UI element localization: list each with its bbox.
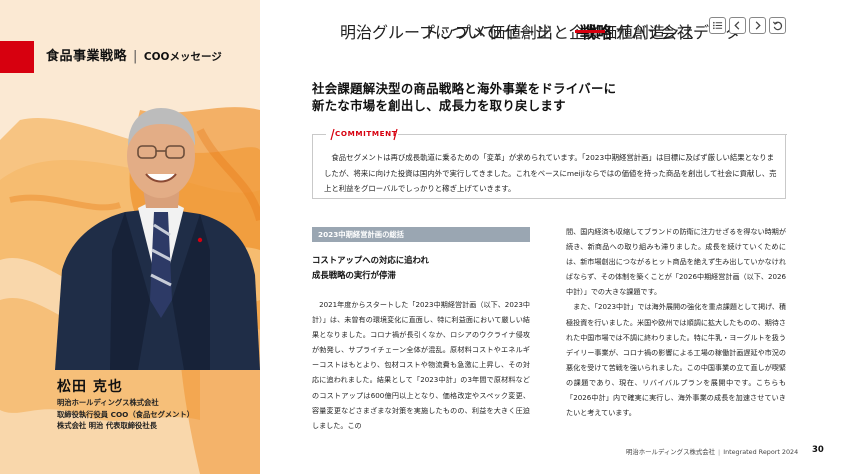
section-marker	[0, 41, 34, 73]
subheading: コストアップへの対応に追われ 成長戦略の実行が停滞	[312, 253, 429, 282]
headline: 社会課題解決型の商品戦略と海外事業をドライバーに 新たな市場を創出し、成長力を取…	[312, 80, 616, 114]
chevron-left-icon	[734, 21, 740, 30]
section-subtitle: COOメッセージ	[143, 51, 222, 63]
commitment-border	[398, 134, 787, 135]
undo-icon	[772, 21, 783, 31]
subheading-line: 成長戦略の実行が停滞	[312, 269, 396, 280]
body-text-right: 間、国内経済も収縮してブランドの防衛に注力せざるを得ない時期が続き、新商品への取…	[566, 224, 786, 420]
headline-line: 新たな市場を創出し、成長力を取り戻します	[312, 98, 566, 113]
paragraph: また、「2023中計」では海外展開の強化を重点課題として掲げ、積極投資を行いまし…	[566, 302, 786, 418]
paragraph: 間、国内経済も収縮してブランドの防衛に注力せざるを得ない時期が続き、新商品への取…	[566, 227, 786, 297]
chevron-right-icon	[755, 21, 761, 30]
left-panel: 食品事業戦略 | COOメッセージ 松田 克也 明治ホールディングス株式会社 取締役…	[0, 0, 260, 474]
executive-name: 松田 克也	[57, 379, 123, 395]
footer: 明治ホールディングス株式会社 | Integrated Report 2024	[626, 447, 798, 456]
footer-report: Integrated Report 2024	[723, 448, 799, 456]
body-text-left: 2021年度からスタートした「2023中期経営計画（以下、2023中計）」は、未…	[312, 300, 530, 430]
section-heading: 2023中期経営計画の総括	[312, 227, 530, 242]
menu-icon	[713, 21, 723, 30]
commitment-label: COMMITMENT	[325, 128, 401, 141]
subheading-line: コストアップへの対応に追われ	[312, 255, 429, 265]
nav-active-indicator	[575, 30, 605, 33]
executive-titles: 明治ホールディングス株式会社 取締役執行役員 COO（食品セグメント） 株式会社…	[57, 397, 194, 432]
executive-title-line: 株式会社 明治 代表取締役社長	[57, 421, 157, 430]
commitment-border	[312, 134, 326, 135]
executive-portrait	[55, 108, 260, 370]
title-separator: |	[133, 49, 138, 64]
page-number: 30	[812, 445, 824, 455]
executive-title-line: 明治ホールディングス株式会社	[57, 398, 159, 407]
section-title-text: 食品事業戦略	[46, 49, 128, 64]
next-page-button[interactable]	[749, 17, 766, 34]
commitment-text: 食品セグメントは再び成長軌道に乗るための「変革」が求められています。「2023中…	[324, 153, 777, 193]
footer-company: 明治ホールディングス株式会社	[626, 448, 716, 456]
headline-line: 社会課題解決型の商品戦略と海外事業をドライバーに	[312, 81, 617, 96]
commitment-label-text: COMMITMENT	[335, 129, 398, 138]
previous-page-button[interactable]	[729, 17, 746, 34]
back-button[interactable]	[769, 17, 786, 34]
menu-button[interactable]	[709, 17, 726, 34]
footer-separator: |	[718, 448, 721, 456]
section-title: 食品事業戦略 | COOメッセージ	[46, 45, 222, 64]
executive-title-line: 取締役執行役員 COO（食品セグメント）	[57, 409, 195, 419]
